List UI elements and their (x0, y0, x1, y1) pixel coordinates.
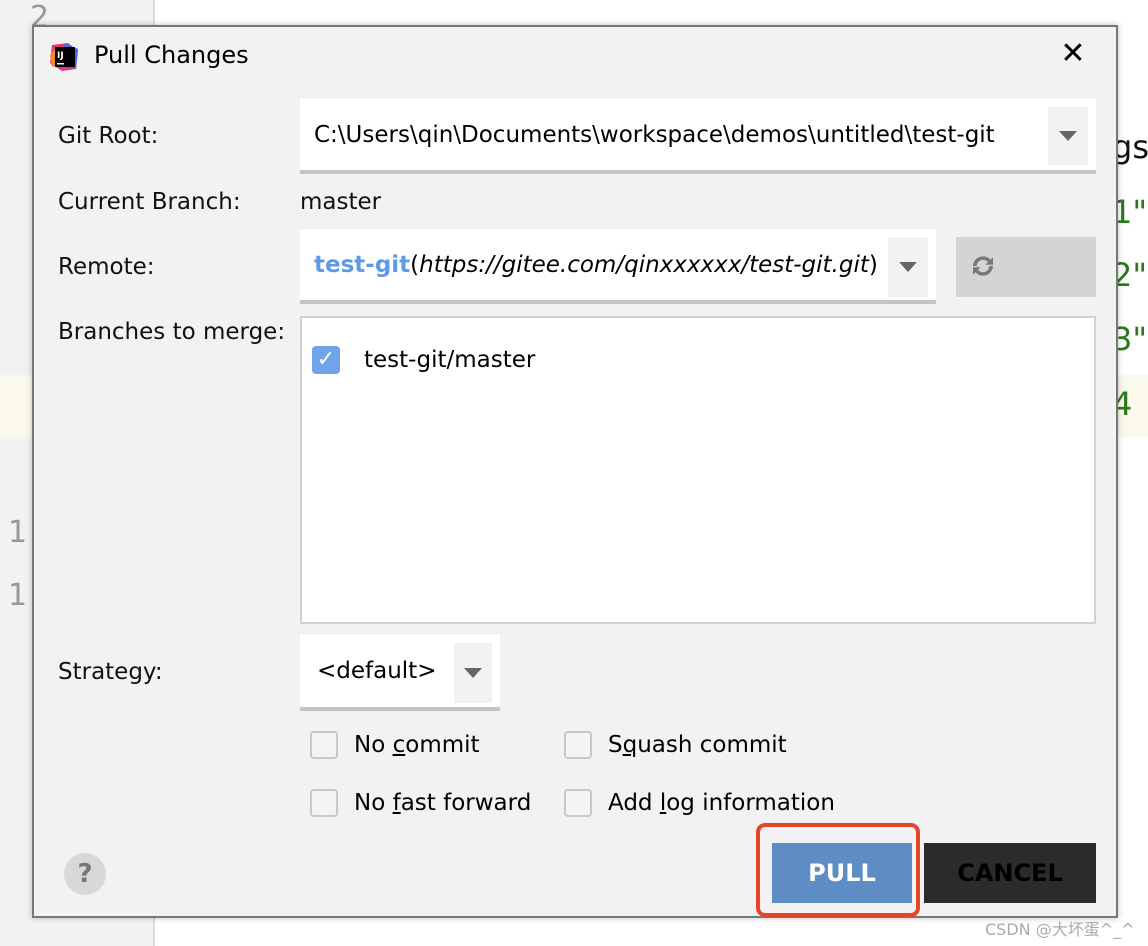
add-log-information-checkbox[interactable]: Add log information (564, 789, 835, 817)
chevron-down-icon[interactable] (1048, 107, 1088, 165)
checkbox-checked[interactable]: ✓ (312, 346, 340, 374)
squash-commit-checkbox[interactable]: Squash commit (564, 731, 787, 759)
branch-name: test-git/master (364, 347, 536, 373)
option-label: Add log information (608, 790, 835, 816)
pull-button[interactable]: PULL (772, 843, 912, 903)
intellij-idea-icon: IJ (48, 41, 80, 73)
branches-label: Branches to merge: (58, 319, 286, 345)
no-commit-checkbox[interactable]: No commit (310, 731, 480, 759)
git-root-dropdown[interactable]: C:\Users\qin\Documents\workspace\demos\u… (300, 99, 1096, 174)
paren: ) (868, 251, 878, 278)
no-fast-forward-checkbox[interactable]: No fast forward (310, 789, 531, 817)
chevron-down-icon[interactable] (888, 237, 928, 297)
branches-list: ✓ test-git/master (300, 316, 1096, 624)
dialog-title: Pull Changes (94, 41, 249, 69)
watermark: CSDN @大坏蛋^_^ (985, 920, 1135, 939)
option-label: No fast forward (354, 790, 532, 816)
svg-text:IJ: IJ (57, 51, 64, 61)
pull-changes-dialog: IJ Pull Changes ✕ Git Root: C:\Users\qin… (32, 25, 1118, 918)
remote-url: https://gitee.com/qinxxxxxx/test-git.git (419, 251, 869, 278)
paren: ( (410, 251, 420, 278)
strategy-label: Strategy: (58, 659, 163, 685)
line-number: 1 (8, 515, 28, 550)
option-label: No commit (354, 732, 480, 758)
cancel-button[interactable]: CANCEL (924, 843, 1096, 903)
checkbox[interactable] (310, 731, 338, 759)
checkbox[interactable] (564, 731, 592, 759)
refresh-icon (973, 256, 993, 276)
refresh-button[interactable] (956, 237, 1096, 297)
checkbox[interactable] (564, 789, 592, 817)
remote-label: Remote: (58, 254, 155, 280)
remote-dropdown[interactable]: test-git(https://gitee.com/qinxxxxxx/tes… (300, 229, 936, 304)
git-root-value: C:\Users\qin\Documents\workspace\demos\u… (314, 121, 995, 148)
current-branch-label: Current Branch: (58, 189, 241, 215)
strategy-value: <default> (317, 658, 437, 684)
close-button[interactable]: ✕ (1056, 37, 1090, 71)
git-root-label: Git Root: (58, 123, 159, 149)
branch-item[interactable]: ✓ test-git/master (312, 346, 535, 374)
strategy-dropdown[interactable]: <default> (300, 635, 500, 711)
help-button[interactable]: ? (64, 853, 106, 895)
checkbox[interactable] (310, 789, 338, 817)
line-number: 1 (8, 578, 28, 613)
chevron-down-icon[interactable] (454, 643, 492, 703)
remote-name: test-git (314, 251, 411, 278)
current-branch-value: master (300, 189, 382, 215)
option-label: Squash commit (608, 732, 787, 758)
